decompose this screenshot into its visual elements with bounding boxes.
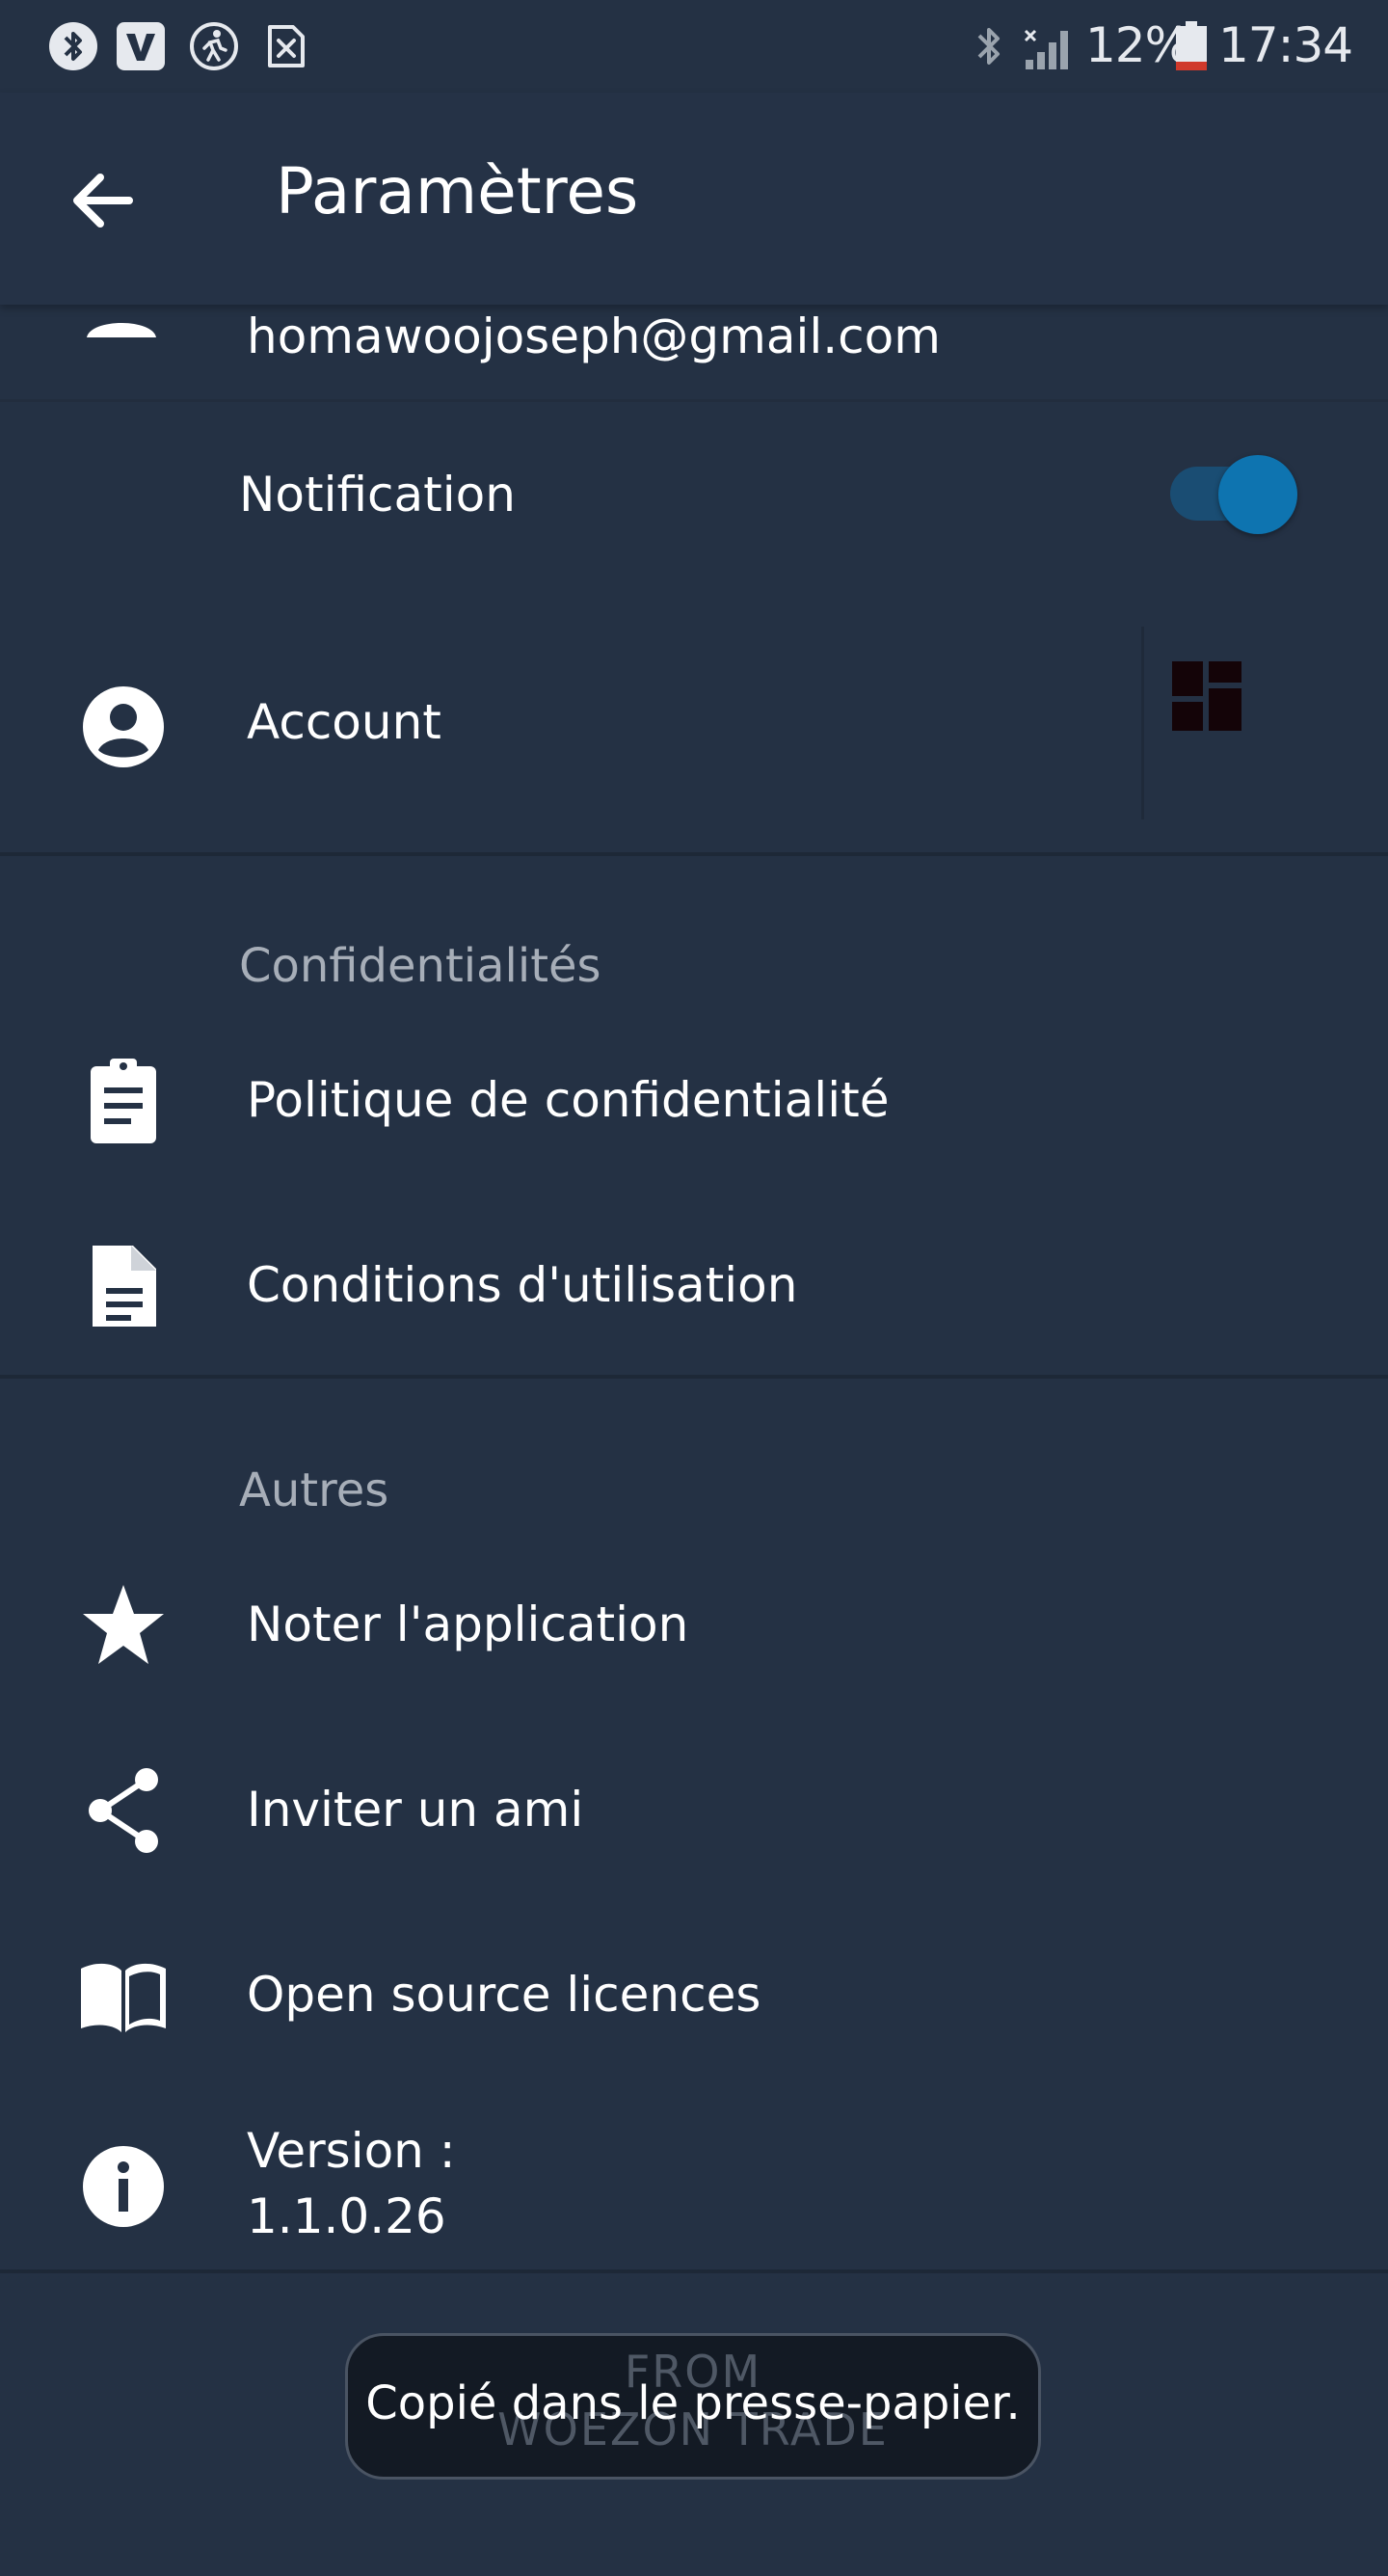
account-email: homawoojoseph@gmail.com xyxy=(247,309,941,364)
invite-friend-row[interactable]: Inviter un ami xyxy=(0,1741,1388,1876)
info-icon xyxy=(83,2146,164,2227)
star-icon xyxy=(83,1585,164,1664)
sim-error-icon xyxy=(268,25,305,67)
divider xyxy=(0,852,1388,856)
page-title: Paramètres xyxy=(276,154,639,228)
toast-message: Copié dans le presse-papier. xyxy=(365,2376,1021,2430)
signal-icon xyxy=(1024,29,1068,69)
clipboard-icon xyxy=(91,1059,156,1143)
version-label: Version : xyxy=(247,2123,456,2179)
privacy-policy-row[interactable]: Politique de confidentialité xyxy=(0,1032,1388,1167)
terms-row[interactable]: Conditions d'utilisation xyxy=(0,1217,1388,1352)
version-row: Version : 1.1.0.26 xyxy=(0,2111,1388,2256)
notification-label: Notification xyxy=(239,467,516,523)
version-value: 1.1.0.26 xyxy=(247,2188,446,2244)
open-source-row[interactable]: Open source licences xyxy=(0,1926,1388,2061)
rate-app-row[interactable]: Noter l'application xyxy=(0,1556,1388,1691)
person-icon xyxy=(87,323,156,337)
account-row[interactable]: Account xyxy=(0,617,1388,848)
vertical-divider xyxy=(1141,627,1144,819)
notification-toggle-thumb[interactable] xyxy=(1218,455,1297,534)
battery-icon xyxy=(1176,21,1207,70)
vivo-app-icon xyxy=(117,22,165,70)
activity-icon xyxy=(190,22,238,70)
divider xyxy=(0,2269,1388,2273)
toast: FROM WOEZON TRADE Copié dans le presse-p… xyxy=(345,2333,1041,2480)
rate-app-label: Noter l'application xyxy=(247,1597,689,1652)
divider xyxy=(0,399,1388,402)
dashboard-icon[interactable] xyxy=(1170,659,1243,733)
clock: 17:34 xyxy=(1218,17,1353,73)
invite-friend-label: Inviter un ami xyxy=(247,1782,584,1838)
account-email-row: homawoojoseph@gmail.com xyxy=(0,305,1388,401)
open-source-label: Open source licences xyxy=(247,1967,761,2023)
status-bar: 12% 17:34 xyxy=(0,0,1388,93)
app-toolbar: Paramètres xyxy=(0,93,1388,305)
document-icon xyxy=(93,1246,156,1327)
arrow-back-icon[interactable] xyxy=(58,152,154,249)
section-header-others: Autres xyxy=(239,1463,389,1517)
bluetooth-icon xyxy=(49,22,97,70)
bluetooth-icon xyxy=(977,28,1000,65)
section-header-privacy: Confidentialités xyxy=(239,939,601,993)
divider xyxy=(0,1375,1388,1379)
terms-label: Conditions d'utilisation xyxy=(247,1257,798,1313)
settings-screen: 12% 17:34 Paramètres homawoojoseph@gmail… xyxy=(0,0,1388,2576)
account-circle-icon xyxy=(83,686,164,767)
account-label: Account xyxy=(247,694,441,750)
share-icon xyxy=(89,1768,158,1853)
book-icon xyxy=(81,1963,166,2032)
privacy-policy-label: Politique de confidentialité xyxy=(247,1072,890,1128)
